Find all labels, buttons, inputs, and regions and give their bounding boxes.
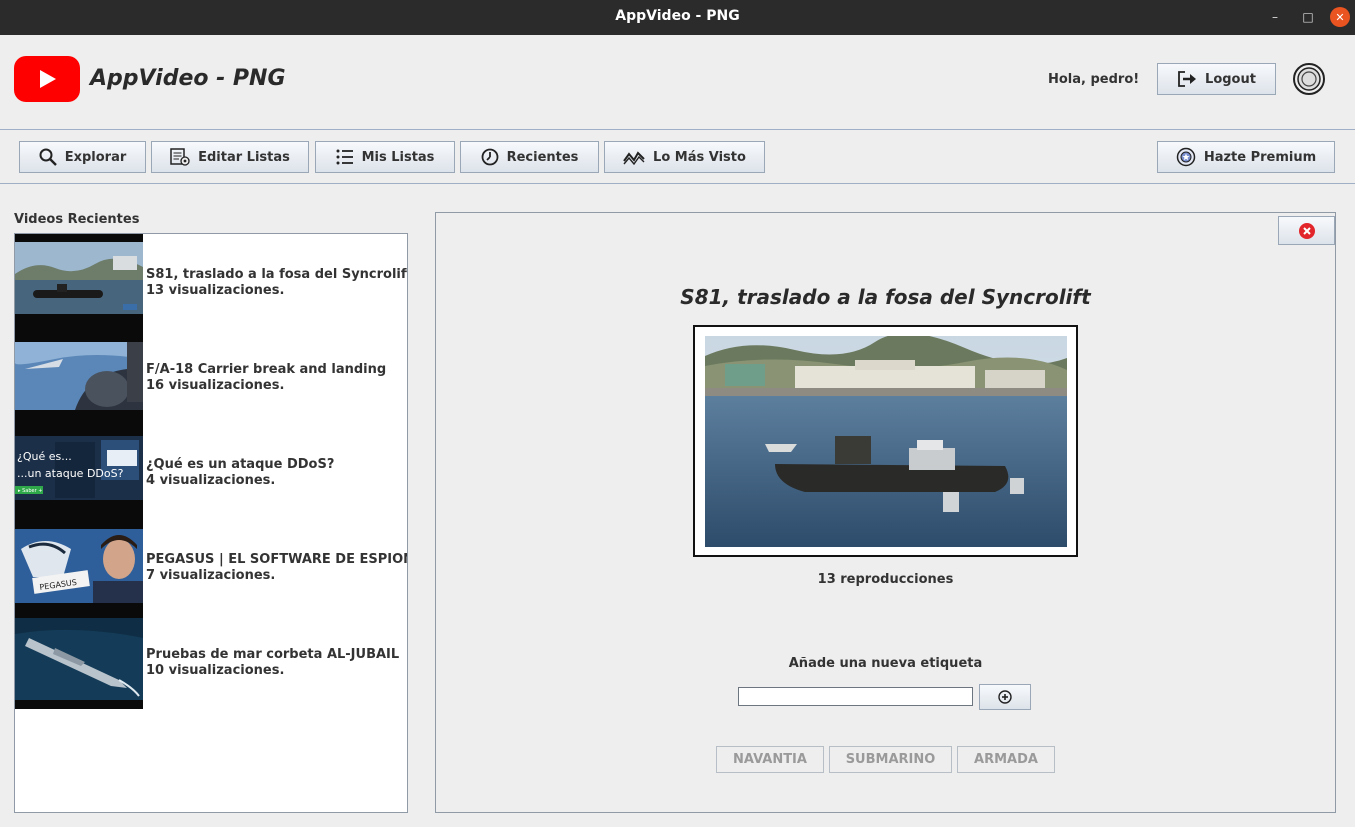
editar-listas-button[interactable]: Editar Listas <box>151 141 309 173</box>
recientes-label: Recientes <box>506 149 579 165</box>
mis-listas-button[interactable]: Mis Listas <box>315 141 455 173</box>
logout-icon <box>1178 71 1197 87</box>
window-title: AppVideo - PNG <box>615 8 740 24</box>
window-titlebar: AppVideo - PNG – □ ✕ <box>0 0 1355 35</box>
tag-chip[interactable]: NAVANTIA <box>716 746 824 773</box>
close-window-icon[interactable]: ✕ <box>1330 7 1350 27</box>
edit-list-icon <box>170 148 190 166</box>
add-tag-button[interactable] <box>979 684 1031 710</box>
recientes-button[interactable]: Recientes <box>460 141 599 173</box>
recent-video-text: Pruebas de mar corbeta AL-JUBAIL 10 visu… <box>146 647 399 679</box>
video-thumbnail <box>15 614 143 709</box>
mis-listas-label: Mis Listas <box>361 149 435 165</box>
list-item[interactable]: S81, traslado a la fosa del Syncrolift 1… <box>15 234 407 329</box>
video-title: S81, traslado a la fosa del Syncrolift <box>680 285 1091 309</box>
recent-videos-title: Videos Recientes <box>14 212 140 227</box>
video-preview-image <box>705 336 1067 547</box>
recent-video-title: Pruebas de mar corbeta AL-JUBAIL <box>146 647 400 662</box>
list-item[interactable]: ¿Qué es... ...un ataque DDoS? ▸ Saber + … <box>15 424 407 519</box>
recent-video-text: ¿Qué es un ataque DDoS? 4 visualizacione… <box>146 457 334 489</box>
play-count: 13 reproducciones <box>817 572 954 587</box>
recent-video-title: S81, traslado a la fosa del Syncrolift <box>146 267 408 282</box>
recent-video-views: 4 visualizaciones. <box>146 473 276 488</box>
add-circle-icon <box>998 690 1012 704</box>
video-thumbnail <box>15 329 143 424</box>
list-item[interactable]: Pruebas de mar corbeta AL-JUBAIL 10 visu… <box>15 614 407 709</box>
lo-mas-visto-label: Lo Más Visto <box>653 149 746 165</box>
recent-video-text: S81, traslado a la fosa del Syncrolift 1… <box>146 267 408 299</box>
recent-video-title: PEGASUS | EL SOFTWARE DE ESPIONAJE <box>146 552 407 567</box>
recent-video-views: 13 visualizaciones. <box>146 283 285 298</box>
video-player[interactable] <box>693 325 1078 557</box>
user-greeting: Hola, pedro! <box>1048 72 1140 87</box>
hazte-premium-label: Hazte Premium <box>1203 149 1317 165</box>
editar-listas-label: Editar Listas <box>198 149 290 165</box>
logout-label: Logout <box>1205 71 1256 87</box>
play-icon <box>40 70 56 88</box>
list-icon <box>336 149 353 165</box>
hazte-premium-button[interactable]: Hazte Premium <box>1157 141 1335 173</box>
video-thumbnail: ¿Qué es... ...un ataque DDoS? ▸ Saber + <box>15 424 143 519</box>
toolbar-divider <box>0 183 1355 184</box>
list-item[interactable]: PEGASUS PEGASUS | EL SOFTWARE DE ESPIONA… <box>15 519 407 614</box>
header-divider <box>0 129 1355 130</box>
video-detail-panel: S81, traslado a la fosa del Syncrolift 1… <box>435 212 1336 813</box>
video-thumbnail: PEGASUS <box>15 519 143 614</box>
recent-videos-list: S81, traslado a la fosa del Syncrolift 1… <box>14 233 408 813</box>
trending-icon <box>623 151 645 165</box>
new-tag-input[interactable] <box>738 687 973 706</box>
lo-mas-visto-button[interactable]: Lo Más Visto <box>604 141 765 173</box>
ddos-thumb-text-2: ...un ataque DDoS? <box>17 467 124 480</box>
ddos-thumb-text-1: ¿Qué es... <box>17 450 72 463</box>
recent-video-text: F/A-18 Carrier break and landing 16 visu… <box>146 362 386 394</box>
recent-video-text: PEGASUS | EL SOFTWARE DE ESPIONAJE 7 vis… <box>146 552 407 584</box>
close-video-button[interactable] <box>1278 216 1335 245</box>
recent-video-title: ¿Qué es un ataque DDoS? <box>146 457 335 472</box>
video-thumbnail <box>15 234 143 329</box>
recent-video-views: 10 visualizaciones. <box>146 663 285 678</box>
minimize-icon[interactable]: – <box>1264 6 1286 28</box>
search-icon <box>39 148 57 166</box>
clock-icon <box>481 148 498 166</box>
maximize-icon[interactable]: □ <box>1297 6 1319 28</box>
recent-video-views: 16 visualizaciones. <box>146 378 285 393</box>
settings-icon[interactable] <box>1292 62 1326 96</box>
tag-chip[interactable]: ARMADA <box>957 746 1055 773</box>
explorar-label: Explorar <box>64 149 127 165</box>
premium-badge-icon <box>1176 147 1196 167</box>
close-icon <box>1298 222 1315 239</box>
youtube-logo <box>14 56 80 102</box>
logout-button[interactable]: Logout <box>1157 63 1276 95</box>
list-item[interactable]: F/A-18 Carrier break and landing 16 visu… <box>15 329 407 424</box>
explorar-button[interactable]: Explorar <box>19 141 146 173</box>
new-tag-label: Añade una nueva etiqueta <box>788 656 983 671</box>
ddos-thumb-text-3: ▸ Saber + <box>18 488 42 494</box>
recent-video-title: F/A-18 Carrier break and landing <box>146 362 387 377</box>
tag-chip[interactable]: SUBMARINO <box>829 746 952 773</box>
recent-video-views: 7 visualizaciones. <box>146 568 276 583</box>
app-title: AppVideo - PNG <box>90 66 286 91</box>
